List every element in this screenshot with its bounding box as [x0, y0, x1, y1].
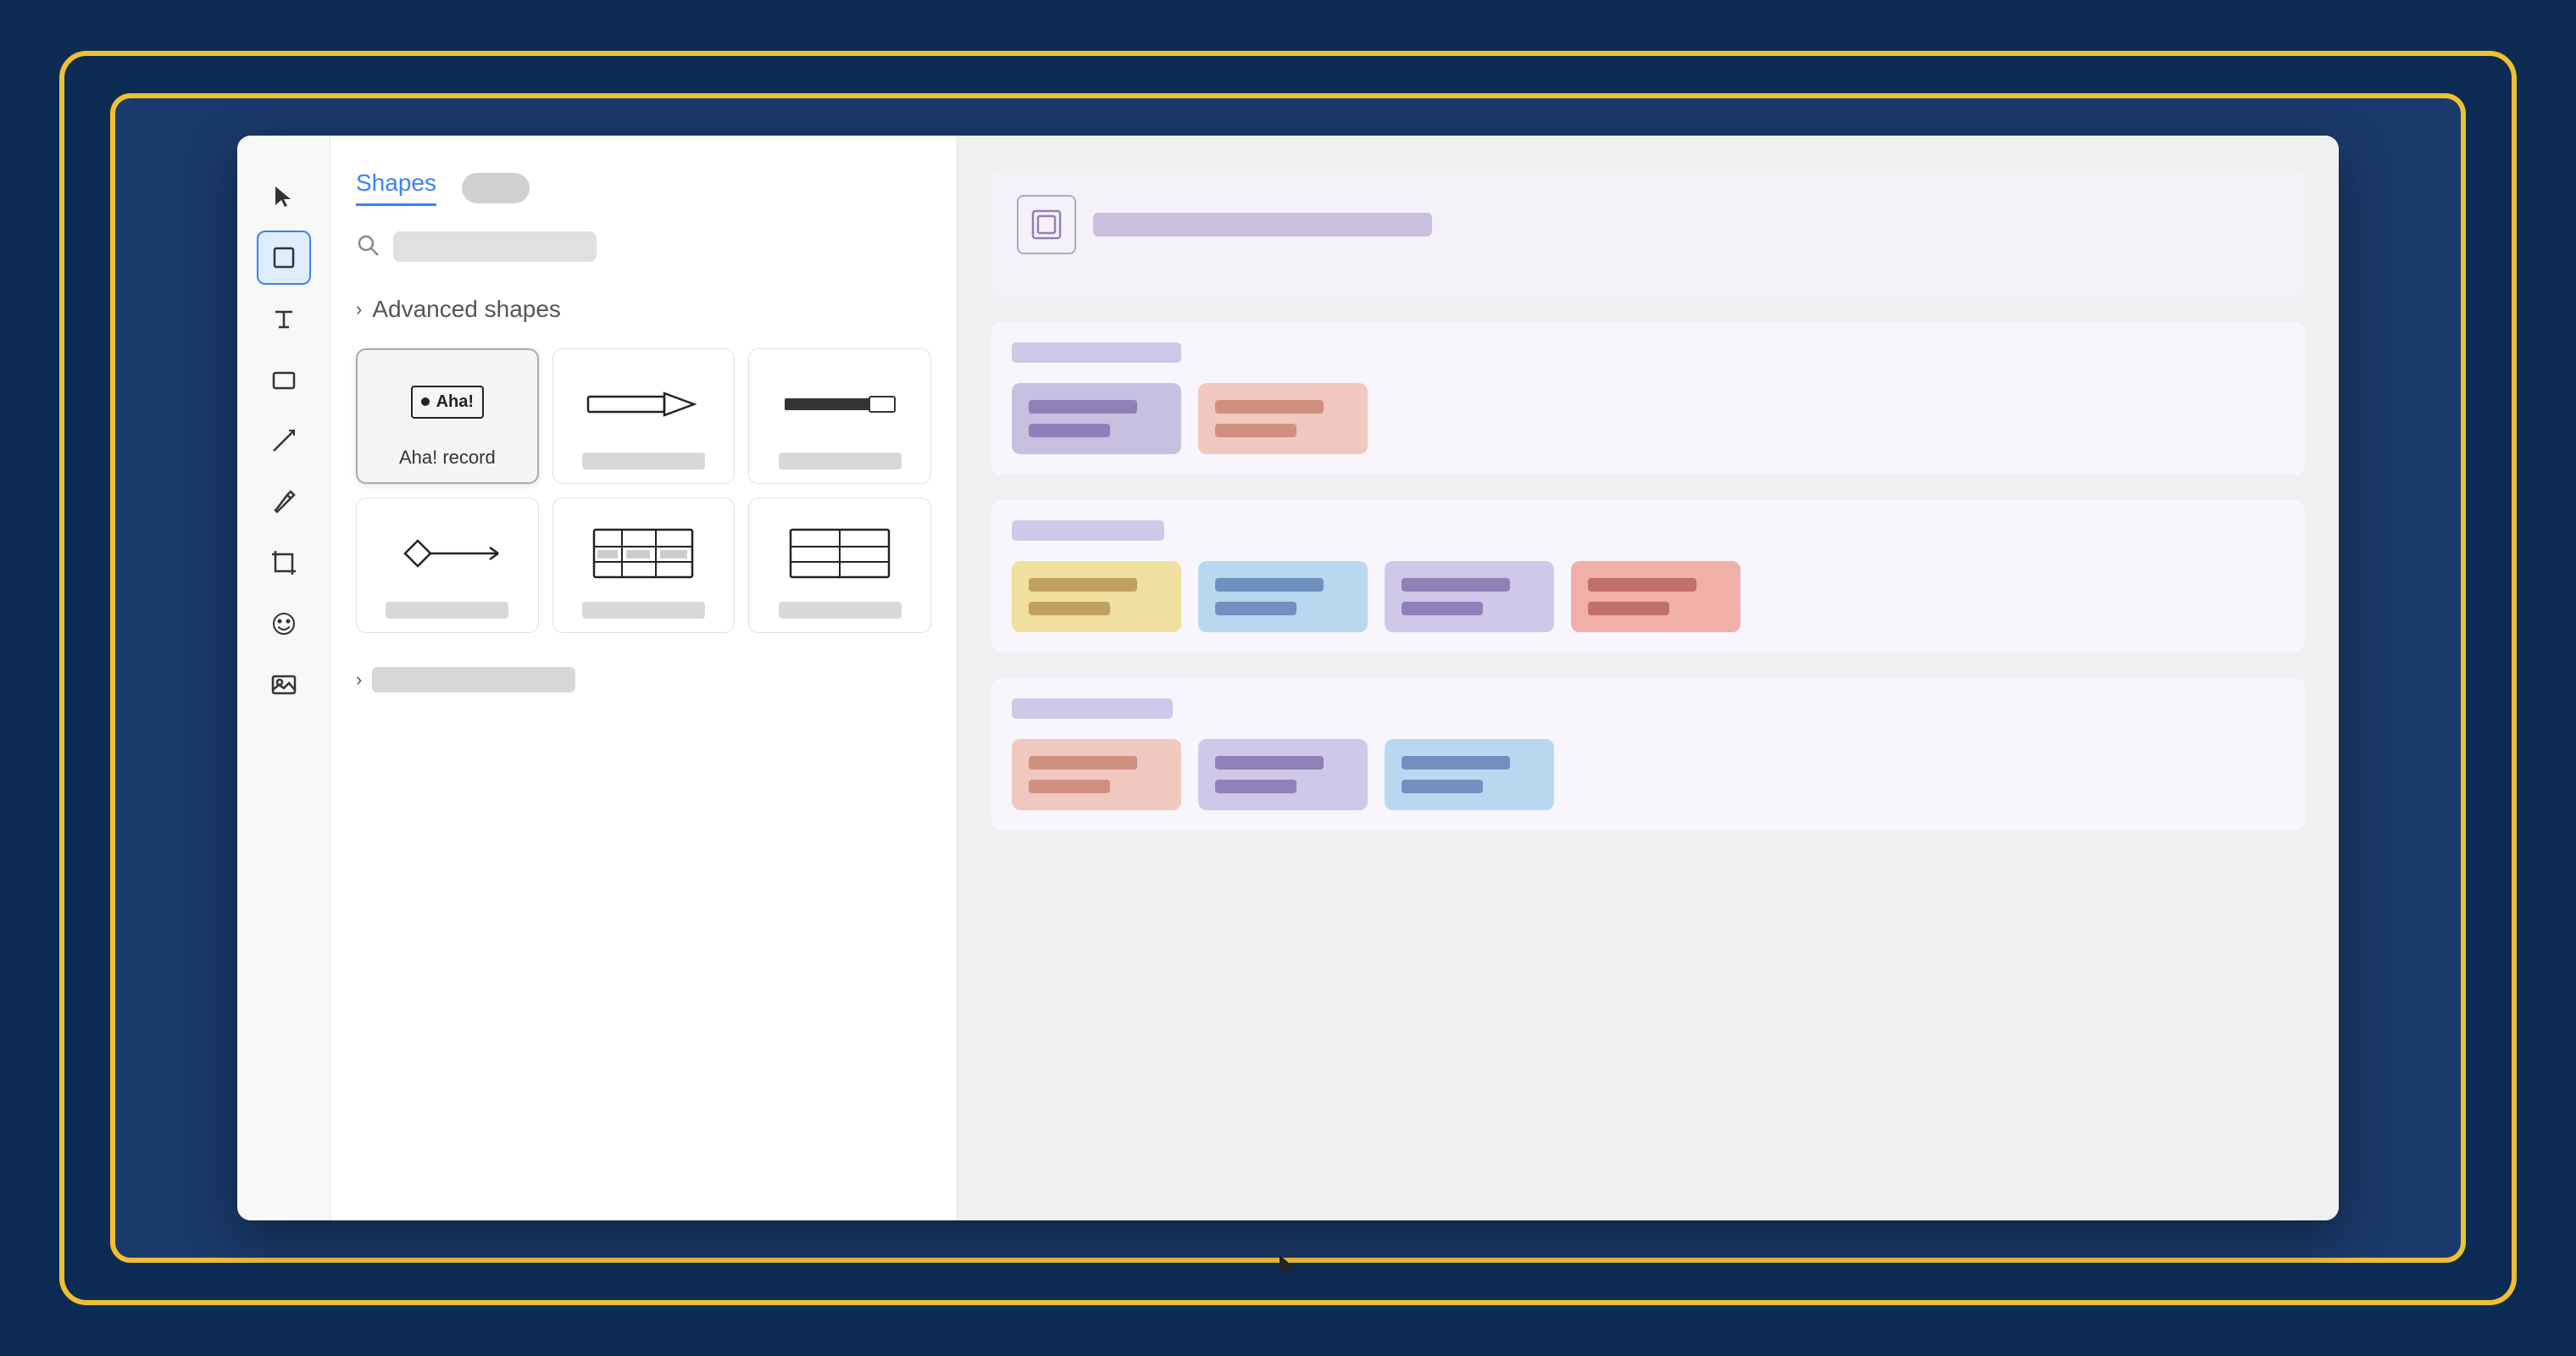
shape-card-arrow-connector[interactable]	[552, 348, 736, 484]
search-icon	[356, 233, 380, 261]
card-line	[1215, 780, 1296, 793]
shape-tool-button[interactable]	[257, 353, 311, 407]
cards-row-1	[1012, 383, 2285, 454]
right-content	[991, 170, 2305, 831]
frame-header	[1017, 195, 2279, 254]
card-line	[1029, 780, 1110, 793]
section-title: Advanced shapes	[372, 296, 561, 323]
mini-card-pink-3	[1012, 739, 1181, 810]
card-line	[1029, 424, 1110, 437]
mini-card-lavender	[1385, 561, 1554, 632]
shape-label-placeholder-4	[386, 602, 508, 619]
cards-row-3	[1012, 739, 2285, 810]
diamond-line-icon	[388, 519, 507, 588]
shapes-grid: Aha! Aha! record	[356, 348, 931, 633]
canvas-area[interactable]	[958, 136, 2339, 1220]
pen-tool-button[interactable]	[257, 475, 311, 529]
card-line	[1029, 756, 1137, 770]
toolbar	[237, 136, 330, 1220]
search-input-placeholder[interactable]	[393, 231, 597, 262]
table-simple-icon	[789, 519, 891, 588]
group-label-1	[1012, 342, 1181, 363]
image-tool-button[interactable]	[257, 658, 311, 712]
card-line	[1402, 578, 1510, 592]
shape-label-placeholder-5	[582, 602, 705, 619]
card-line	[1402, 756, 1510, 770]
card-line	[1029, 578, 1137, 592]
shape-card-line-connector[interactable]	[748, 348, 931, 484]
more-chevron-icon[interactable]: ›	[356, 669, 362, 691]
section-group-1	[991, 322, 2305, 475]
more-placeholder	[372, 667, 575, 692]
card-line	[1215, 578, 1324, 592]
text-tool-button[interactable]	[257, 292, 311, 346]
card-line	[1588, 578, 1696, 592]
shape-label-placeholder-2	[582, 453, 705, 470]
group-label-2	[1012, 520, 1164, 541]
aha-record-icon: Aha!	[411, 370, 484, 433]
inner-frame: Shapes › Advanced shapes	[110, 93, 2466, 1263]
card-line	[1215, 756, 1324, 770]
line-connector-icon	[780, 370, 899, 439]
shape-label-placeholder-3	[779, 453, 902, 470]
card-line	[1402, 602, 1483, 615]
card-line	[1029, 400, 1137, 414]
frame-tool-button[interactable]	[257, 231, 311, 285]
header-title-placeholder	[1093, 213, 1432, 236]
line-tool-button[interactable]	[257, 414, 311, 468]
more-section: ›	[356, 667, 931, 692]
cards-row-2	[1012, 561, 2285, 632]
shape-card-aha-record[interactable]: Aha! Aha! record	[356, 348, 539, 484]
outer-frame: Shapes › Advanced shapes	[59, 51, 2517, 1305]
shape-name-aha-record: Aha! record	[399, 447, 496, 469]
mini-card-blue	[1198, 561, 1368, 632]
shape-card-table-simple[interactable]	[748, 497, 931, 633]
shapes-tab[interactable]: Shapes	[356, 170, 436, 206]
emoji-tool-button[interactable]	[257, 597, 311, 651]
panel-tabs: Shapes	[356, 170, 931, 206]
frame-card-top	[991, 170, 2305, 297]
card-line	[1215, 602, 1296, 615]
card-line	[1215, 400, 1324, 414]
search-bar	[356, 231, 931, 262]
section-chevron-icon[interactable]: ›	[356, 298, 362, 320]
section-group-3	[991, 678, 2305, 831]
mini-card-lavender-3	[1198, 739, 1368, 810]
shape-card-diamond-line[interactable]	[356, 497, 539, 633]
advanced-shapes-section-header: › Advanced shapes	[356, 296, 931, 323]
card-line	[1029, 602, 1110, 615]
section-group-2	[991, 500, 2305, 653]
shape-label-placeholder-6	[779, 602, 902, 619]
arrow-connector-icon	[584, 370, 702, 439]
app-window: Shapes › Advanced shapes	[237, 136, 2339, 1220]
card-line	[1215, 424, 1296, 437]
frame-icon	[1017, 195, 1076, 254]
card-line	[1588, 602, 1669, 615]
mini-card-yellow	[1012, 561, 1181, 632]
table-detailed-icon	[592, 519, 694, 588]
shapes-panel: Shapes › Advanced shapes	[330, 136, 958, 1220]
mini-card-pink-1	[1198, 383, 1368, 454]
select-tool-button[interactable]	[257, 170, 311, 224]
group-label-3	[1012, 698, 1173, 719]
panel-toggle[interactable]	[462, 173, 530, 203]
card-line	[1402, 780, 1483, 793]
shape-card-table-detailed[interactable]	[552, 497, 736, 633]
mini-card-blue-3	[1385, 739, 1554, 810]
mini-card-purple-1	[1012, 383, 1181, 454]
crop-tool-button[interactable]	[257, 536, 311, 590]
mini-card-salmon	[1571, 561, 1740, 632]
